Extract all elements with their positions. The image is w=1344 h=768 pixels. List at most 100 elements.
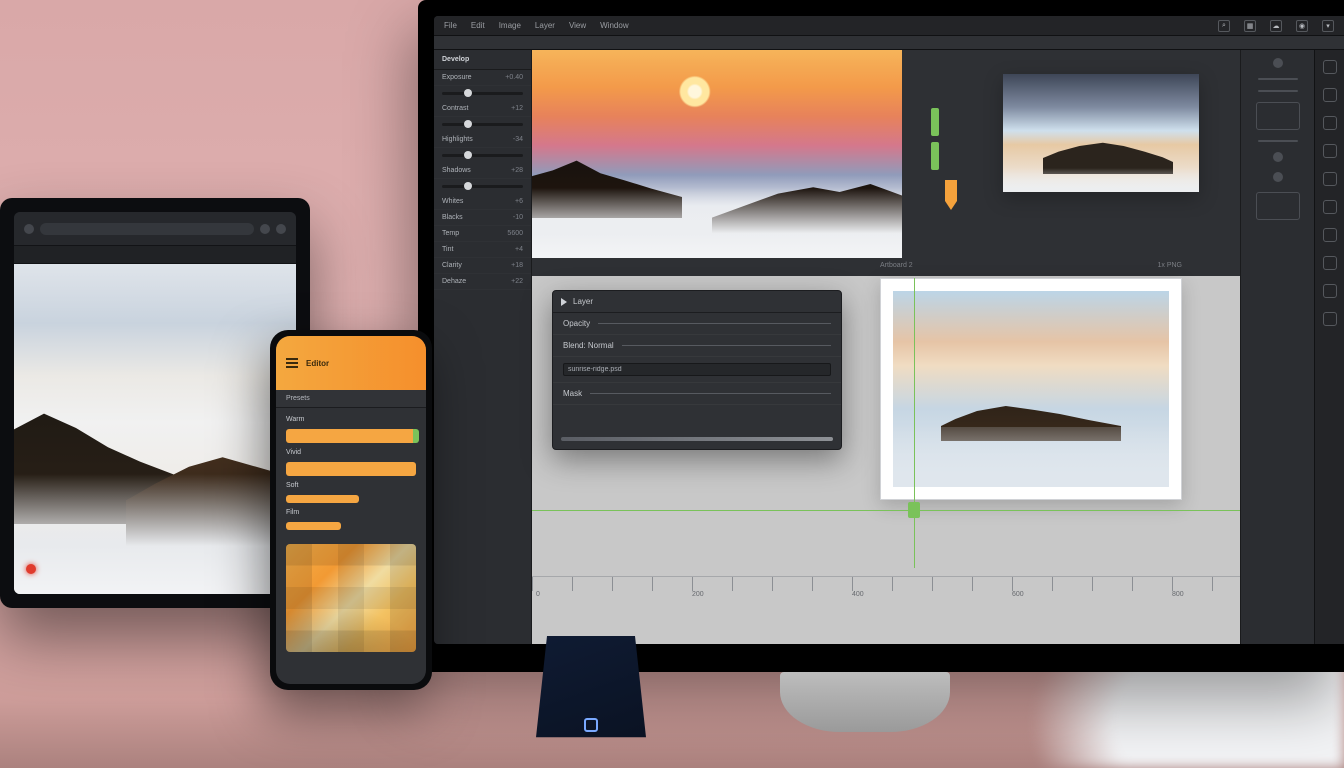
fog-overlay bbox=[14, 474, 296, 594]
options-bar bbox=[434, 36, 1344, 50]
preset-row[interactable]: Soft bbox=[286, 482, 416, 489]
preset-row[interactable]: Vivid bbox=[286, 449, 416, 456]
export-spec[interactable]: 1x PNG bbox=[1157, 262, 1182, 276]
brush-icon[interactable] bbox=[1323, 116, 1337, 130]
adjust-row[interactable]: Dehaze+22 bbox=[434, 274, 531, 290]
preset-row[interactable]: Warm bbox=[286, 416, 416, 423]
crop-icon[interactable] bbox=[1323, 88, 1337, 102]
monitor-screen: File Edit Image Layer View Window ⌕ ▦ ☁ … bbox=[434, 16, 1344, 644]
adjust-row[interactable]: Shadows+28 bbox=[434, 163, 531, 179]
preset-bar[interactable] bbox=[286, 462, 416, 476]
panel-row[interactable]: Opacity bbox=[553, 313, 841, 335]
rail-item[interactable] bbox=[1256, 102, 1300, 130]
thumbnail-image[interactable] bbox=[1003, 74, 1199, 192]
filename-input[interactable] bbox=[563, 363, 831, 376]
address-bar[interactable] bbox=[40, 223, 254, 235]
canvas[interactable]: Layer Opacity Blend: Normal Mask Artboar… bbox=[532, 50, 1240, 644]
menu-item[interactable]: Image bbox=[499, 21, 521, 30]
grid-icon[interactable]: ▦ bbox=[1244, 20, 1256, 32]
panel-row[interactable]: Blend: Normal bbox=[553, 335, 841, 357]
guide-marker[interactable] bbox=[931, 108, 939, 136]
ruler-mark: 600 bbox=[1012, 591, 1024, 598]
share-icon[interactable] bbox=[260, 224, 270, 234]
stand-logo-icon bbox=[584, 718, 598, 732]
search-icon[interactable]: ⌕ bbox=[1218, 20, 1230, 32]
menu-item[interactable]: Layer bbox=[535, 21, 555, 30]
chevron-down-icon[interactable]: ▾ bbox=[1322, 20, 1334, 32]
left-panel-title: Develop bbox=[434, 50, 531, 70]
tool-strip bbox=[1314, 50, 1344, 644]
adjust-row[interactable]: Temp5600 bbox=[434, 226, 531, 242]
menu-item[interactable]: File bbox=[444, 21, 457, 30]
pointer-icon[interactable] bbox=[1323, 60, 1337, 74]
slider[interactable] bbox=[442, 185, 523, 188]
rail-item[interactable] bbox=[1258, 78, 1298, 80]
menu-item[interactable]: Edit bbox=[471, 21, 485, 30]
adjust-row[interactable]: Highlights-34 bbox=[434, 132, 531, 148]
phone-preview[interactable] bbox=[286, 544, 416, 652]
user-icon[interactable]: ◉ bbox=[1296, 20, 1308, 32]
adjust-row[interactable]: Contrast+12 bbox=[434, 101, 531, 117]
adjust-row[interactable]: Tint+4 bbox=[434, 242, 531, 258]
artboard-name[interactable]: Artboard 2 bbox=[880, 262, 913, 276]
phone-body: Warm Vivid Soft Film bbox=[276, 408, 426, 660]
panel-row[interactable]: Mask bbox=[553, 383, 841, 405]
workspace: Develop Exposure+0.40 Contrast+12 Highli… bbox=[434, 50, 1344, 644]
gear-icon[interactable] bbox=[1323, 312, 1337, 326]
adjust-row[interactable]: Clarity+18 bbox=[434, 258, 531, 274]
anchor-marker[interactable] bbox=[945, 180, 957, 210]
menu-item[interactable]: View bbox=[569, 21, 586, 30]
slider[interactable] bbox=[442, 92, 523, 95]
guide-handle[interactable] bbox=[908, 502, 920, 518]
preset-row[interactable]: Film bbox=[286, 509, 416, 516]
preset-bar[interactable] bbox=[286, 429, 416, 443]
slider[interactable] bbox=[442, 123, 523, 126]
preset-bar[interactable] bbox=[286, 495, 359, 503]
guide-line[interactable] bbox=[914, 278, 915, 568]
guide-marker[interactable] bbox=[931, 142, 939, 170]
slider[interactable] bbox=[442, 154, 523, 157]
monitor-bezel: File Edit Image Layer View Window ⌕ ▦ ☁ … bbox=[418, 0, 1344, 672]
tablet-canvas[interactable] bbox=[14, 264, 296, 594]
adjust-row[interactable]: Blacks-10 bbox=[434, 210, 531, 226]
artboard-label-row: Artboard 2 1x PNG bbox=[880, 262, 1182, 276]
zoom-icon[interactable] bbox=[1323, 256, 1337, 270]
shape-icon[interactable] bbox=[1323, 200, 1337, 214]
more-icon[interactable] bbox=[276, 224, 286, 234]
adjust-row[interactable]: Exposure+0.40 bbox=[434, 70, 531, 86]
swatch-icon[interactable] bbox=[1273, 172, 1283, 182]
rail-item[interactable] bbox=[1258, 140, 1298, 142]
play-icon[interactable] bbox=[561, 298, 567, 306]
swatch-icon[interactable] bbox=[1273, 152, 1283, 162]
cloud-icon[interactable]: ☁ bbox=[1270, 20, 1282, 32]
panel-row[interactable] bbox=[553, 357, 841, 383]
panel-header[interactable]: Layer bbox=[553, 291, 841, 313]
artboard-frame[interactable] bbox=[880, 278, 1182, 500]
fog-overlay bbox=[1003, 168, 1199, 192]
rail-item[interactable] bbox=[1258, 90, 1298, 92]
hero-image[interactable] bbox=[532, 50, 902, 258]
adjust-row[interactable]: Whites+6 bbox=[434, 194, 531, 210]
record-icon[interactable] bbox=[26, 564, 36, 574]
eyedropper-icon[interactable] bbox=[1323, 284, 1337, 298]
swatch-icon[interactable] bbox=[1273, 58, 1283, 68]
rail-item[interactable] bbox=[1256, 192, 1300, 220]
panel-scrub[interactable] bbox=[561, 437, 833, 441]
phone-title: Editor bbox=[306, 359, 329, 368]
preset-bar[interactable] bbox=[286, 522, 341, 530]
tablet-device bbox=[0, 198, 310, 608]
back-icon[interactable] bbox=[24, 224, 34, 234]
monitor-stand bbox=[780, 672, 950, 732]
text-icon[interactable] bbox=[1323, 172, 1337, 186]
menu-icon[interactable] bbox=[286, 358, 298, 368]
bottom-ruler[interactable]: 0 200 400 600 800 bbox=[532, 576, 1240, 644]
eraser-icon[interactable] bbox=[1323, 144, 1337, 158]
tablet-image bbox=[14, 264, 296, 594]
menu-item[interactable]: Window bbox=[600, 21, 628, 30]
phone-screen: Editor Presets Warm Vivid Soft Film bbox=[276, 336, 426, 684]
floating-panel[interactable]: Layer Opacity Blend: Normal Mask bbox=[552, 290, 842, 450]
guide-line[interactable] bbox=[532, 510, 1240, 511]
hand-icon[interactable] bbox=[1323, 228, 1337, 242]
water-overlay bbox=[893, 427, 1169, 487]
device-stand bbox=[536, 636, 646, 746]
